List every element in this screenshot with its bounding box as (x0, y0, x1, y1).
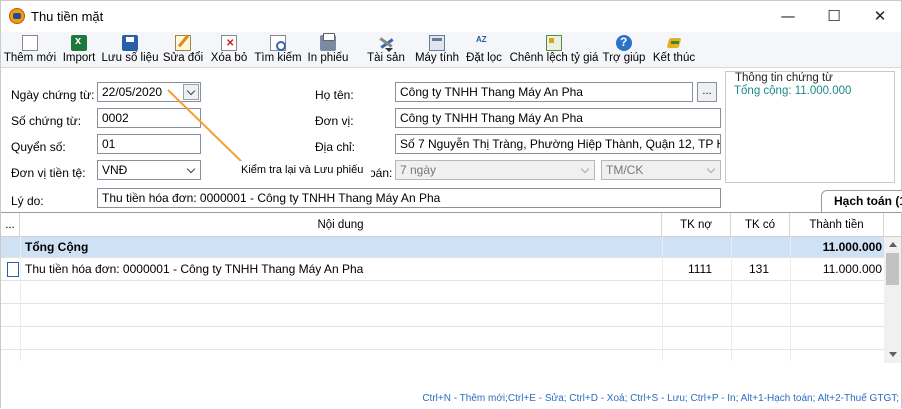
calculator-button[interactable]: Máy tính (413, 32, 461, 68)
column-divider (790, 237, 791, 361)
column-header-amount[interactable]: Thành tiền (790, 213, 884, 237)
total-amount: 11.000.000 (822, 240, 882, 254)
date-picker-chevron-icon[interactable] (183, 84, 199, 100)
voucher-number-label: Số chứng từ: (11, 114, 82, 128)
organization-label: Đơn vị: (315, 114, 354, 128)
tools-icon (378, 35, 394, 51)
add-new-button[interactable]: Thêm mới (4, 32, 56, 68)
save-icon (122, 35, 138, 51)
exchange-rate-icon (546, 35, 562, 51)
row-divider (1, 326, 884, 327)
book-number-field[interactable]: 01 (97, 134, 201, 154)
accounting-grid: ... Nội dung TK nợ TK có Thành tiền Tổng… (1, 213, 901, 363)
payment-term-select[interactable]: 7 ngày (395, 160, 595, 180)
reason-label: Lý do: (11, 194, 44, 208)
row-debit-account: 1111 (687, 262, 712, 276)
print-icon (320, 33, 336, 51)
print-button[interactable]: In phiếu (306, 32, 350, 68)
currency-label: Đơn vị tiền tệ: (11, 166, 86, 180)
voucher-number-field[interactable]: 0002 (97, 108, 201, 128)
search-button[interactable]: Tìm kiếm (254, 32, 302, 68)
search-icon (270, 35, 286, 51)
total-row: Tổng Cộng 11.000.000 (1, 237, 884, 257)
row-divider (1, 303, 884, 304)
scroll-up-icon[interactable] (889, 242, 897, 247)
window-title: Thu tiền mặt (31, 9, 104, 24)
vertical-scrollbar[interactable] (884, 237, 901, 363)
term-chevron-down-icon[interactable] (577, 162, 593, 178)
save-hint-tooltip: Kiểm tra lại và Lưu phiếu (232, 161, 371, 181)
address-label: Địa chỉ: (315, 140, 356, 154)
grid-header: ... Nội dung TK nợ TK có Thành tiền (1, 213, 901, 237)
payment-term-label: oán: (369, 166, 393, 180)
tab-accounting[interactable]: Hạch toán (1 (821, 190, 902, 212)
calculator-icon (429, 35, 445, 51)
close-button[interactable]: ✕ (857, 1, 902, 31)
column-divider (662, 237, 663, 361)
column-header-credit-account[interactable]: TK có (731, 213, 790, 237)
payer-name-label: Họ tên: (315, 88, 354, 102)
cash-receipt-window: Thu tiền mặt — ☐ ✕ Thêm mới Import Lưu s… (0, 0, 902, 409)
row-content: Thu tiền hóa đơn: 0000001 - Công ty TNHH… (25, 262, 364, 276)
currency-chevron-down-icon[interactable] (183, 162, 199, 178)
column-header-selector[interactable]: ... (1, 213, 20, 237)
payer-name-field[interactable]: Công ty TNHH Thang Máy An Pha (395, 82, 693, 102)
maximize-button[interactable]: ☐ (811, 1, 857, 31)
scroll-thumb[interactable] (886, 253, 899, 285)
filter-button[interactable]: Đặt lọc (464, 32, 504, 68)
status-bar: Ctrl+N - Thêm mới;Ctrl+E - Sửa; Ctrl+D -… (1, 389, 901, 409)
currency-select[interactable]: VNĐ (97, 160, 201, 180)
scroll-down-icon[interactable] (889, 352, 897, 357)
title-bar: Thu tiền mặt — ☐ ✕ (1, 1, 901, 31)
help-icon (616, 35, 632, 51)
reason-field[interactable]: Thu tiền hóa đơn: 0000001 - Công ty TNHH… (97, 188, 721, 208)
toolbar: Thêm mới Import Lưu số liệu Sửa đổi Xóa … (1, 32, 901, 68)
row-amount: 11.000.000 (822, 262, 882, 276)
excel-import-icon (71, 35, 87, 51)
voucher-date-label: Ngày chứng từ: (11, 88, 95, 102)
column-divider (731, 237, 732, 361)
new-document-icon (22, 35, 38, 51)
delete-icon (221, 35, 237, 51)
table-row[interactable]: Thu tiền hóa đơn: 0000001 - Công ty TNHH… (1, 259, 884, 281)
save-button[interactable]: Lưu số liệu (101, 32, 159, 68)
payer-lookup-button[interactable]: ... (697, 82, 717, 102)
delete-button[interactable]: Xóa bỏ (208, 32, 250, 68)
exchange-rate-button[interactable]: Chênh lệch tỷ giá (510, 32, 598, 68)
address-field[interactable]: Số 7 Nguyễn Thị Tràng, Phường Hiệp Thành… (395, 134, 721, 154)
shortcut-hints: Ctrl+N - Thêm mới;Ctrl+E - Sửa; Ctrl+D -… (422, 393, 899, 404)
row-credit-account: 131 (748, 262, 769, 276)
column-divider (20, 237, 21, 361)
document-icon (7, 262, 19, 277)
sort-filter-icon (476, 35, 492, 51)
import-button[interactable]: Import (59, 32, 99, 68)
help-button[interactable]: Trợ giúp (602, 32, 646, 68)
method-chevron-down-icon[interactable] (703, 162, 719, 178)
total-label: Tổng Cộng (25, 240, 89, 254)
payment-method-select[interactable]: TM/CK (601, 160, 721, 180)
row-divider (1, 349, 884, 350)
exit-button[interactable]: Kết thúc (652, 32, 696, 68)
edit-icon (175, 35, 191, 51)
minimize-button[interactable]: — (765, 1, 811, 31)
organization-field[interactable]: Công ty TNHH Thang Máy An Pha (395, 108, 721, 128)
row-divider (1, 280, 884, 281)
column-header-content[interactable]: Nội dung (20, 213, 662, 237)
app-logo-icon (9, 8, 25, 24)
exit-icon (666, 35, 682, 51)
assets-button[interactable]: Tài sản (365, 32, 407, 68)
edit-button[interactable]: Sửa đổi (161, 32, 205, 68)
column-header-debit-account[interactable]: TK nợ (662, 213, 731, 237)
voucher-total: Tổng cộng: 11.000.000 (734, 85, 852, 97)
voucher-info-title: Thông tin chứng từ (734, 72, 834, 84)
row-divider (1, 257, 884, 258)
book-number-label: Quyển số: (11, 140, 66, 154)
voucher-date-field[interactable]: 22/05/2020 (97, 82, 201, 102)
